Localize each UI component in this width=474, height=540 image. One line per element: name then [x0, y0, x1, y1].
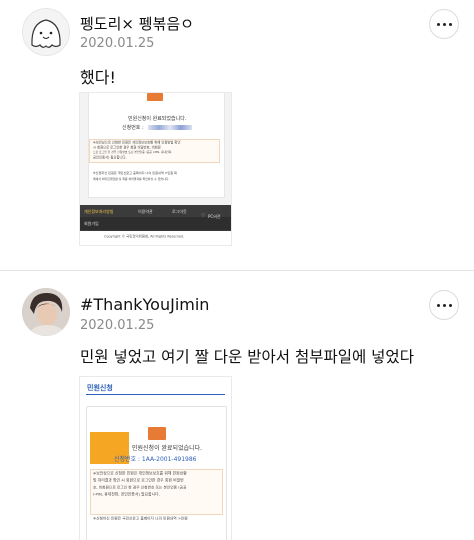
- attached-screenshot[interactable]: 민원신청 민원신청이 완료되었습니다. 신청번호 : 1AA-2001-4919…: [80, 377, 231, 540]
- complete-message: 민원신청이 완료되었습니다.: [132, 445, 203, 452]
- post-date: 2020.01.25: [80, 36, 155, 51]
- person-photo-icon: [22, 288, 70, 336]
- pc-version-label: PC버전: [208, 214, 221, 219]
- more-options-icon: [436, 303, 440, 307]
- more-options-icon: [436, 22, 440, 26]
- post-text: 민원 넣었고 여기 짤 다운 받아서 첨부파일에 넣었다: [80, 348, 414, 366]
- notice-line-6: 록에서 처리진행현황 및 최종 처리결과를 확인하실 수 있습니다.: [93, 177, 170, 181]
- notice-line-3: 으로 로그인 한 경우 신청번호 또는 본인인증 (공공 I-PIN, 휴대전화…: [93, 150, 173, 154]
- notice-line-4: 공인인증서) 필요합니다.: [93, 155, 127, 160]
- more-options-button[interactable]: [429, 9, 459, 39]
- stamp-icon: [148, 427, 166, 440]
- apply-number-label: 신청번호 :: [122, 125, 144, 131]
- complete-message: 민원신청이 완료되었습니다.: [128, 116, 187, 122]
- footer-link-logout: 로그아웃: [172, 209, 187, 214]
- notice-line-3: 호, 비회원으로 로그인 한 경우 신청번호 또는 본인인증 (공공: [93, 485, 187, 490]
- apply-number: 신청번호 : 1AA-2001-491986: [114, 456, 197, 463]
- post-date: 2020.01.25: [80, 318, 155, 333]
- avatar[interactable]: [22, 8, 70, 56]
- footer-link-privacy: 개인정보처리방침: [84, 209, 114, 214]
- notice-line-5: ※신청하신 민원은 국민신문고 홈페이지 나의 민원내역 >민원: [93, 516, 188, 521]
- footer-link-join: 회원가입: [84, 221, 99, 226]
- notice-line-2: 및 처리결과 확인 시 회원으로 로그인한 경우 회원 비밀번: [93, 478, 184, 484]
- notice-line-4: I-PIN, 휴대전화, 공인인증서) 필요합니다.: [93, 492, 160, 498]
- post-1: 펭도리× 펭볶음ㅇ 2020.01.25 했다! 민원신청이 완료되었습니다. …: [0, 0, 474, 270]
- footer-link-terms: 이용약관: [138, 209, 153, 214]
- ghost-character-icon: [31, 19, 61, 48]
- avatar[interactable]: [22, 288, 70, 336]
- copyright-text: Copyright © 국민권익위원회, All Rights Reserved…: [104, 234, 185, 239]
- author-name[interactable]: #ThankYouJimin: [80, 295, 209, 314]
- pc-heart-icon: ♡: [201, 213, 206, 219]
- attached-screenshot[interactable]: 민원신청이 완료되었습니다. 신청번호 : ※보안상으로 신청한 민원은 개인정…: [80, 93, 231, 245]
- notice-line-5: ※신청하신 민원은 국민신문고 홈페이지 나의 민원내역 >민원 목: [93, 171, 177, 175]
- notice-line-1: ※보안상으로 신청한 민원은 개인정보보호를 위해 민원상황: [93, 471, 187, 477]
- screenshot-header: 민원신청: [87, 384, 113, 392]
- post-2: #ThankYouJimin 2020.01.25 민원 넣었고 여기 짤 다운…: [0, 271, 474, 540]
- apply-number-blur: [148, 125, 192, 130]
- more-options-button[interactable]: [429, 290, 459, 320]
- post-text: 했다!: [80, 68, 116, 87]
- author-name[interactable]: 펭도리× 펭볶음ㅇ: [80, 13, 194, 34]
- stamp-icon: [147, 93, 163, 101]
